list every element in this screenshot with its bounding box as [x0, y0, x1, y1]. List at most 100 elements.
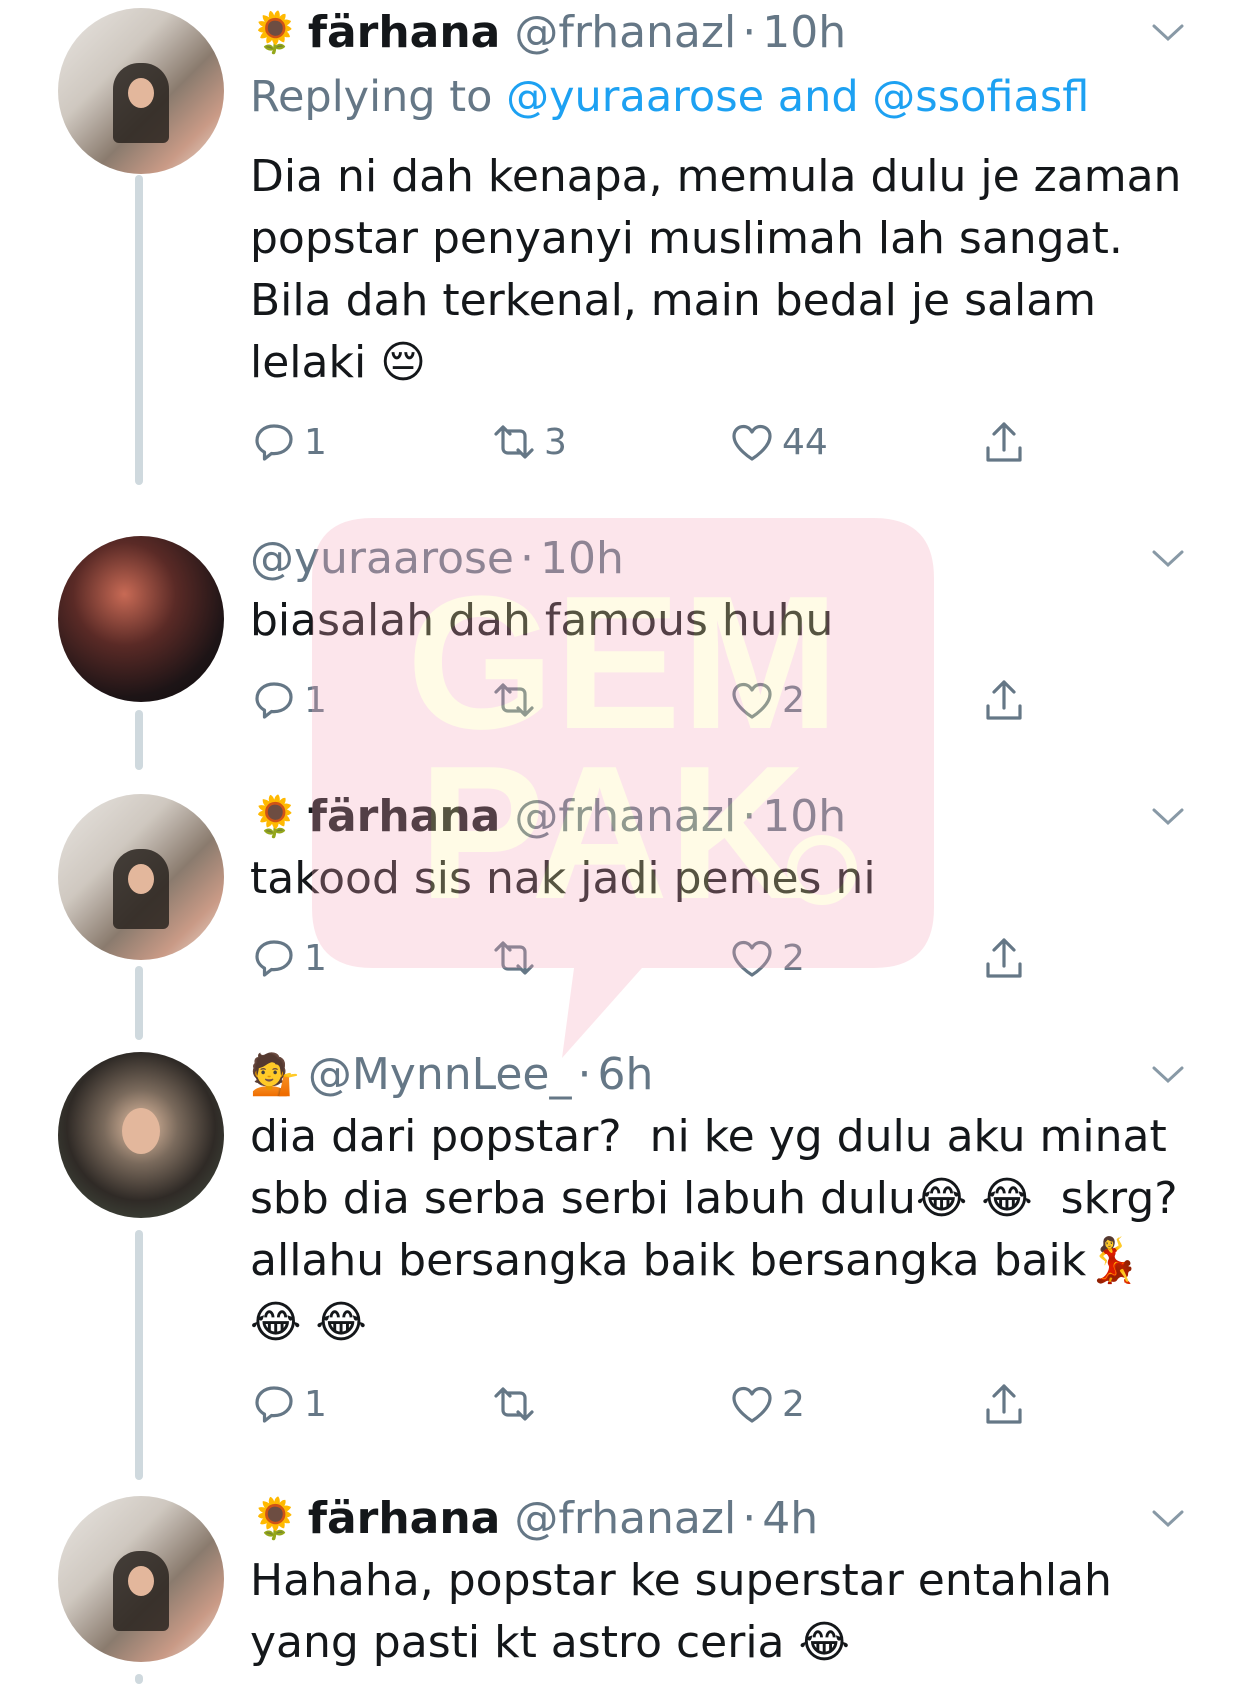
tweet-actions: 1 2: [250, 934, 1050, 984]
sunflower-emoji: 🌻: [250, 793, 300, 840]
retweet-icon: [494, 941, 534, 975]
retweet-icon: [494, 1387, 534, 1421]
thread-line: [135, 1230, 143, 1480]
heart-icon: [732, 682, 772, 719]
heart-icon: [732, 1386, 772, 1423]
reply-count: 1: [304, 937, 327, 979]
tweet-text: Dia ni dah kenapa, memula dulu je zaman …: [250, 151, 1196, 388]
reply-count: 1: [304, 679, 327, 721]
thread-line: [135, 710, 143, 770]
separator-dot: ·: [742, 1492, 757, 1544]
display-name[interactable]: färhana: [308, 791, 501, 842]
tweet-header: 🌻 färhana @frhanazl · 10h: [250, 788, 846, 844]
like-button[interactable]: 2: [728, 676, 805, 724]
tweet-header: 🌻 färhana @frhanazl · 4h: [250, 1490, 818, 1546]
display-name[interactable]: färhana: [308, 1493, 501, 1544]
replying-to: Replying to @yuraarose and @ssofiasfl: [250, 72, 1089, 122]
username[interactable]: @yuraarose: [250, 533, 514, 584]
tweet-header: @yuraarose · 10h: [250, 530, 624, 586]
like-button[interactable]: 44: [728, 418, 828, 466]
heart-icon: [732, 424, 772, 461]
chevron-down-icon[interactable]: [1150, 798, 1186, 834]
chevron-down-icon[interactable]: [1150, 1056, 1186, 1092]
retweet-button[interactable]: [490, 1380, 544, 1428]
watermark-line1: GEM: [407, 557, 840, 769]
like-button[interactable]: 2: [728, 1380, 805, 1428]
share-icon: [986, 422, 1022, 462]
tweet-text: biasalah dah famous huhu: [250, 595, 834, 646]
like-count: 2: [782, 1383, 805, 1425]
tweet-actions: 1 2: [250, 676, 1050, 726]
like-count: 44: [782, 421, 828, 463]
timestamp[interactable]: 6h: [597, 1049, 653, 1100]
tweet-actions: 1 3 44: [250, 418, 1050, 468]
tweet-text: Hahaha, popstar ke superstar entahlah ya…: [250, 1555, 1126, 1668]
avatar[interactable]: [58, 1052, 224, 1218]
thread-line: [135, 175, 143, 485]
separator-dot: ·: [742, 6, 757, 58]
tweet-header: 🌻 färhana @frhanazl · 10h: [250, 4, 846, 60]
reply-icon: [255, 424, 293, 461]
share-icon: [986, 1384, 1022, 1424]
heart-icon: [732, 940, 772, 977]
avatar[interactable]: [58, 536, 224, 702]
retweet-button[interactable]: 3: [490, 418, 567, 466]
avatar-face: [128, 1566, 154, 1596]
username[interactable]: @frhanazl: [514, 1493, 736, 1544]
avatar[interactable]: [58, 1496, 224, 1662]
timestamp[interactable]: 10h: [762, 7, 846, 58]
sunflower-emoji: 🌻: [250, 9, 300, 56]
reply-icon: [255, 682, 293, 719]
chevron-down-icon[interactable]: [1150, 14, 1186, 50]
avatar-face: [122, 1108, 160, 1154]
tweet-text: dia dari popstar? ni ke yg dulu aku mina…: [250, 1111, 1192, 1348]
separator-dot: ·: [577, 1048, 592, 1100]
chevron-down-icon[interactable]: [1150, 540, 1186, 576]
reply-button[interactable]: 1: [250, 418, 327, 466]
reply-button[interactable]: 1: [250, 1380, 327, 1428]
timestamp[interactable]: 10h: [540, 533, 624, 584]
reply-icon: [255, 1386, 293, 1423]
reply-count: 1: [304, 421, 327, 463]
display-name[interactable]: färhana: [308, 7, 501, 58]
share-button[interactable]: [980, 418, 1034, 466]
retweet-button[interactable]: [490, 676, 544, 724]
sunflower-emoji: 🌻: [250, 1495, 300, 1542]
retweet-button[interactable]: [490, 934, 544, 982]
username[interactable]: @frhanazl: [514, 791, 736, 842]
thread-line: [135, 966, 143, 1040]
separator-dot: ·: [742, 790, 757, 842]
avatar-face: [128, 864, 154, 894]
timestamp[interactable]: 4h: [762, 1493, 818, 1544]
share-icon: [986, 938, 1022, 978]
reply-button[interactable]: 1: [250, 676, 327, 724]
person-tipping-hand-emoji: 💁: [250, 1051, 300, 1098]
share-icon: [986, 680, 1022, 720]
retweet-count: 3: [544, 421, 567, 463]
tweet-header: 💁 @MynnLee_ · 6h: [250, 1046, 653, 1102]
share-button[interactable]: [980, 934, 1034, 982]
share-button[interactable]: [980, 1380, 1034, 1428]
username[interactable]: @frhanazl: [514, 7, 736, 58]
retweet-icon: [494, 683, 534, 717]
tweet-actions: 1 2: [250, 1380, 1050, 1430]
thread-line: [135, 1674, 143, 1684]
replying-to-prefix: Replying to: [250, 72, 493, 122]
like-count: 2: [782, 679, 805, 721]
replying-to-users[interactable]: @yuraarose and @ssofiasfl: [506, 72, 1089, 122]
avatar-face: [128, 78, 154, 108]
separator-dot: ·: [519, 532, 534, 584]
like-count: 2: [782, 937, 805, 979]
tweet-text: takood sis nak jadi pemes ni: [250, 853, 876, 904]
avatar[interactable]: [58, 8, 224, 174]
chevron-down-icon[interactable]: [1150, 1500, 1186, 1536]
share-button[interactable]: [980, 676, 1034, 724]
username[interactable]: @MynnLee_: [308, 1049, 572, 1100]
reply-count: 1: [304, 1383, 327, 1425]
like-button[interactable]: 2: [728, 934, 805, 982]
retweet-icon: [494, 425, 534, 459]
timestamp[interactable]: 10h: [762, 791, 846, 842]
avatar[interactable]: [58, 794, 224, 960]
reply-icon: [255, 940, 293, 977]
reply-button[interactable]: 1: [250, 934, 327, 982]
